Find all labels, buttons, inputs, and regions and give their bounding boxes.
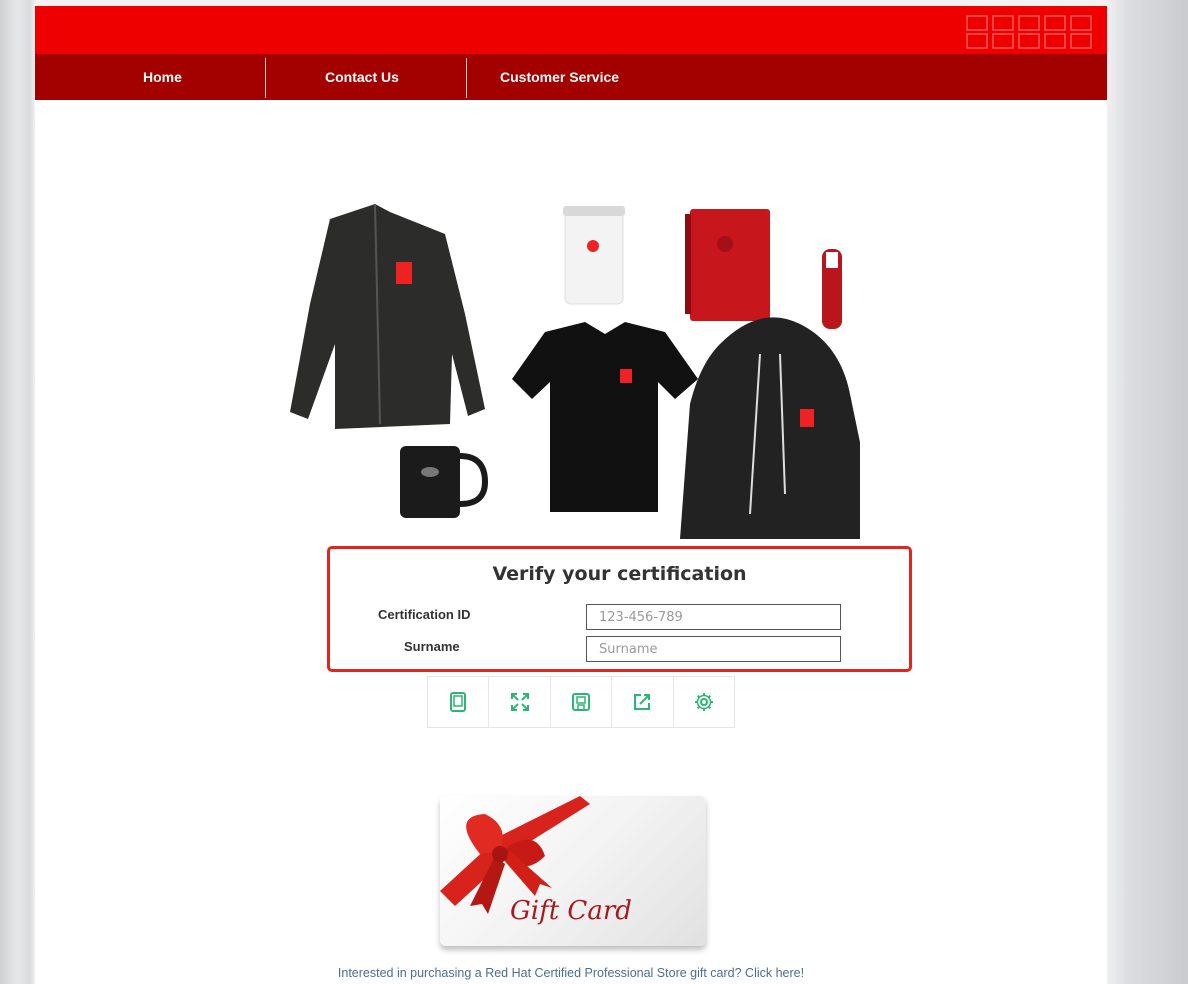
settings-gear-icon (694, 693, 713, 711)
certification-id-input[interactable] (586, 604, 841, 630)
fullscreen-button[interactable] (488, 677, 549, 727)
opener-illustration (822, 249, 842, 329)
tablet-view-button[interactable] (428, 677, 488, 727)
save-icon (572, 693, 591, 711)
verify-certification-panel: Verify your certification Certification … (327, 546, 912, 672)
polo-illustration (512, 322, 698, 512)
nav-contact-us[interactable]: Contact Us (325, 54, 399, 100)
hoodie-illustration (680, 317, 860, 539)
gift-card-image[interactable]: Gift Card (440, 796, 706, 946)
verify-title: Verify your certification (492, 563, 747, 585)
share-icon (634, 694, 651, 710)
nav-separator (265, 58, 266, 98)
nav-customer-service[interactable]: Customer Service (500, 54, 619, 100)
gift-card-link[interactable]: Interested in purchasing a Red Hat Certi… (35, 966, 1107, 980)
nav-separator (466, 58, 467, 98)
settings-button[interactable] (672, 677, 734, 727)
banner-pattern (966, 15, 1092, 49)
gift-card-text: Gift Card (510, 896, 632, 926)
page-container: Home Contact Us Customer Service Verify … (35, 6, 1107, 984)
share-button[interactable] (611, 677, 672, 727)
main-nav: Home Contact Us Customer Service (35, 54, 1107, 100)
mug-illustration (400, 446, 489, 518)
nav-home[interactable]: Home (143, 54, 182, 100)
merchandise-image (290, 203, 860, 539)
jacket-illustration (290, 203, 485, 429)
expand-icon (510, 693, 529, 711)
widget-toolbar (427, 676, 735, 728)
save-button[interactable] (549, 677, 611, 727)
top-banner (35, 6, 1107, 54)
surname-input[interactable] (586, 636, 841, 662)
tablet-icon (450, 692, 467, 712)
surname-label: Surname (404, 639, 460, 654)
certification-id-label: Certification ID (378, 607, 471, 622)
notebook-illustration (685, 209, 770, 321)
tumbler-illustration (563, 206, 625, 305)
